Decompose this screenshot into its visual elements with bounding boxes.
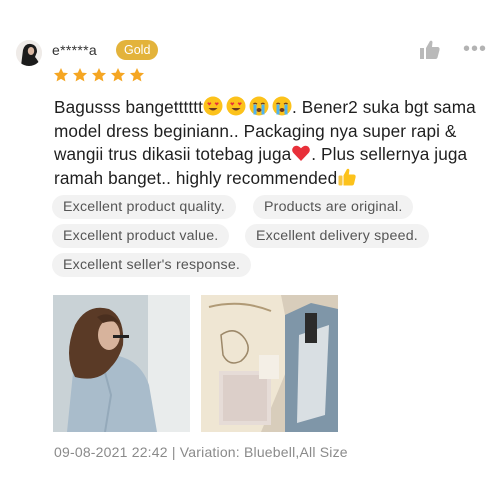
user-avatar[interactable]	[16, 40, 42, 66]
review-date: 09-08-2021 22:42	[54, 444, 168, 460]
star-icon	[111, 68, 125, 82]
more-options-icon[interactable]: •••	[463, 39, 487, 60]
review-tag: Excellent product quality.	[52, 195, 236, 219]
review-tag: Products are original.	[253, 195, 414, 219]
red-heart-emoji	[292, 145, 311, 162]
review-tag: Excellent delivery speed.	[245, 224, 429, 248]
review-tag: Excellent product value.	[52, 224, 230, 248]
crying-emoji	[249, 96, 269, 116]
review-photo[interactable]	[201, 295, 338, 432]
review-text: Bagusss bangetttttt. Bener2 suka bgt sam…	[54, 96, 490, 190]
star-rating	[53, 67, 145, 83]
heart-eyes-emoji	[226, 96, 246, 116]
review-photo[interactable]	[53, 295, 190, 432]
heart-eyes-emoji	[203, 96, 223, 116]
thumbs-up-icon[interactable]	[418, 38, 442, 62]
star-icon	[54, 68, 68, 82]
star-icon	[73, 68, 87, 82]
username[interactable]: e*****a	[52, 42, 97, 58]
review-card: e*****a Gold ••• Bagusss bangetttttt. Be…	[0, 0, 500, 500]
star-icon	[130, 68, 144, 82]
thumbs-up-emoji	[338, 168, 356, 186]
review-tag: Excellent seller's response.	[52, 253, 252, 277]
review-text-part: Bagusss bangetttttt	[54, 97, 204, 117]
crying-emoji	[272, 96, 292, 116]
membership-badge: Gold	[116, 40, 159, 60]
review-meta: 09-08-2021 22:42 | Variation: Bluebell,A…	[54, 444, 348, 460]
review-variation: Variation: Bluebell,All Size	[179, 444, 348, 460]
star-icon	[92, 68, 106, 82]
